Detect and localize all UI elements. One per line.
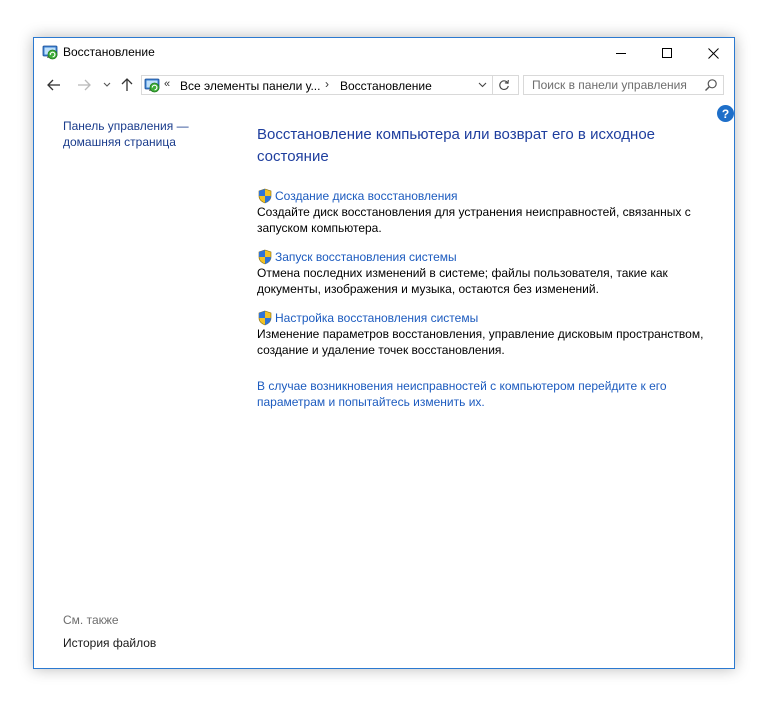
uac-shield-icon [258,249,272,265]
search-input[interactable] [524,76,708,94]
close-button[interactable] [690,38,736,68]
back-button[interactable] [44,76,64,94]
reset-pc-settings-link[interactable]: В случае возникновения неисправностей с … [257,378,717,410]
open-system-restore-link[interactable]: Запуск восстановления системы [257,249,717,265]
recovery-icon [42,44,59,61]
task-create-recovery-drive: Создание диска восстановления Создайте д… [257,188,717,236]
window-title: Восстановление [63,45,155,59]
refresh-button[interactable] [492,76,515,94]
search-icon[interactable] [704,78,718,92]
uac-shield-icon [258,188,272,204]
address-bar[interactable]: « Все элементы панели у... › Восстановле… [141,75,519,95]
task-configure-system-restore: Настройка восстановления системы Изменен… [257,310,717,358]
create-recovery-drive-link[interactable]: Создание диска восстановления [257,188,717,204]
address-history-button[interactable] [474,76,490,94]
title-bar[interactable]: Восстановление [34,38,734,68]
task-description: Изменение параметров восстановления, упр… [257,327,704,357]
recovery-icon [144,77,161,94]
breadcrumb-all-control-panel-items[interactable]: Все элементы панели у... [180,79,320,93]
forward-button[interactable] [74,76,94,94]
control-panel-home-link[interactable]: Панель управления — домашняя страница [63,118,223,150]
task-description: Отмена последних изменений в системе; фа… [257,266,668,296]
task-description: Создайте диск восстановления для устране… [257,205,691,235]
recovery-window: Восстановление « Все элементы панели у..… [33,37,735,669]
configure-system-restore-link[interactable]: Настройка восстановления системы [257,310,717,326]
help-icon: ? [721,106,730,121]
help-button[interactable]: ? [717,105,734,122]
arrow-up-icon [121,78,133,91]
uac-shield-icon [258,310,272,326]
file-history-link[interactable]: История файлов [63,636,156,650]
see-also-heading: См. также [63,613,119,627]
page-title: Восстановление компьютера или возврат ег… [257,126,656,165]
chevron-down-icon [103,82,111,87]
maximize-button[interactable] [644,38,690,68]
task-link-label[interactable]: Создание диска восстановления [275,189,458,203]
task-link-label[interactable]: Запуск восстановления системы [275,250,457,264]
breadcrumb-overflow[interactable]: « [164,78,170,90]
minimize-button[interactable] [598,38,644,68]
navigation-bar: « Все элементы панели у... › Восстановле… [34,68,734,102]
breadcrumb-recovery[interactable]: Восстановление [340,79,432,93]
minimize-icon [616,53,626,54]
up-button[interactable] [117,76,137,94]
search-box[interactable] [523,75,724,95]
breadcrumb-separator[interactable]: › [325,77,329,91]
chevron-down-icon [478,82,486,88]
close-icon [707,47,719,59]
task-link-label[interactable]: Настройка восстановления системы [275,311,478,325]
recent-locations-button[interactable] [100,76,114,94]
refresh-icon [499,79,509,90]
task-system-restore: Запуск восстановления системы Отмена пос… [257,249,717,297]
maximize-icon [662,48,672,58]
arrow-right-icon [78,79,91,91]
arrow-left-icon [47,79,60,91]
